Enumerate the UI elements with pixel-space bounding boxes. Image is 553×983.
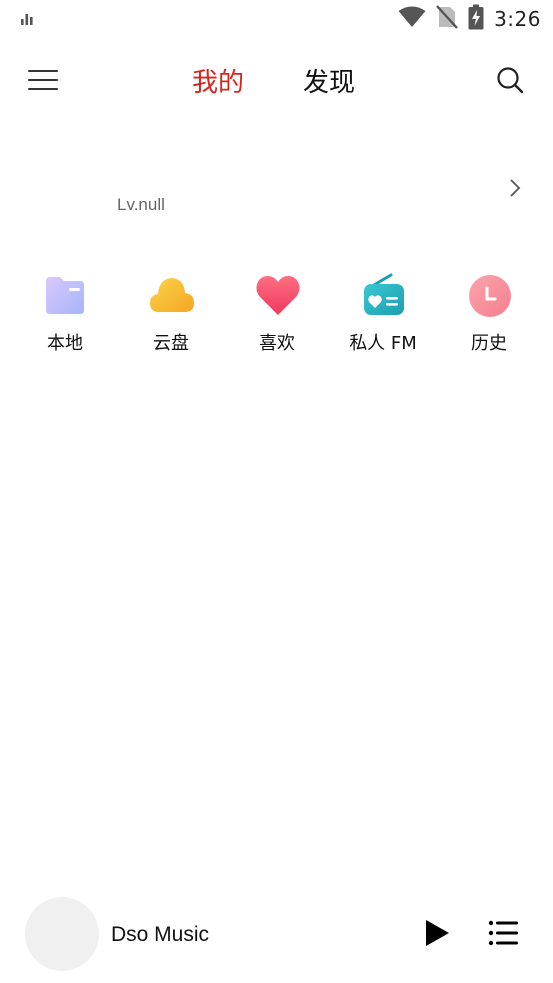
folder-icon [43,272,87,318]
hamburger-menu-icon[interactable] [28,68,58,92]
quick-item-label: 云盘 [153,333,189,354]
status-bar: 3:26 [0,0,553,38]
profile-section[interactable]: Lv.null [0,160,553,240]
signal-bars-icon [20,11,34,30]
heart-icon [255,272,300,318]
mini-player: Dso Music [0,895,553,975]
no-sim-icon [436,4,458,34]
chevron-right-icon[interactable] [507,177,523,199]
quick-item-favorites[interactable]: 喜欢 [224,272,330,362]
radio-icon [361,272,405,318]
clock-icon [467,272,511,318]
user-level: Lv.null [117,195,165,214]
status-time: 3:26 [494,7,541,31]
quick-item-cloud[interactable]: 云盘 [118,272,224,362]
quick-access-grid: 本地 云盘 喜欢 私人 FM 历史 [12,272,542,362]
playlist-icon[interactable] [488,919,520,947]
tab-discover[interactable]: 发现 [303,62,355,99]
top-navigation: 我的 发现 [0,54,553,106]
battery-charging-icon [468,4,484,34]
quick-item-history[interactable]: 历史 [436,272,542,362]
tab-mine[interactable]: 我的 [192,62,244,99]
play-icon[interactable] [420,917,452,949]
search-icon[interactable] [496,66,524,94]
cloud-icon [149,272,194,318]
quick-item-label: 喜欢 [259,333,295,354]
wifi-icon [398,6,426,32]
quick-item-private-fm[interactable]: 私人 FM [330,272,436,362]
quick-item-label: 历史 [471,333,507,354]
quick-item-label: 私人 FM [349,333,417,354]
album-cover[interactable] [25,897,99,971]
now-playing-title[interactable]: Dso Music [111,923,209,947]
quick-item-local[interactable]: 本地 [12,272,118,362]
quick-item-label: 本地 [47,333,83,354]
